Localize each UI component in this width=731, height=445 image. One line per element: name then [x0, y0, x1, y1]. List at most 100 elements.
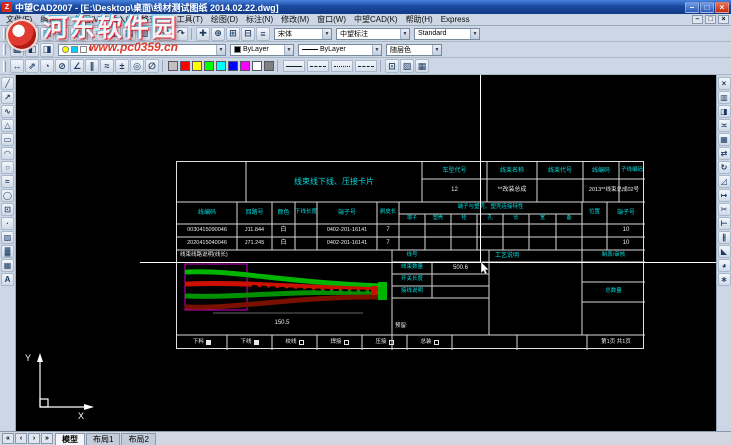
offset-icon[interactable]: ≍ — [718, 119, 731, 132]
block-insert-icon[interactable]: ⊡ — [385, 59, 399, 73]
point-icon[interactable]: ∙ — [1, 217, 14, 230]
preview-icon[interactable]: ◫ — [70, 27, 84, 41]
linetype-dashed-icon[interactable] — [307, 60, 329, 72]
layer-previous-icon[interactable]: ◨ — [40, 43, 54, 57]
nav-prev-button[interactable]: ‹ — [15, 433, 27, 444]
menu-tools[interactable]: 工具(T) — [173, 14, 207, 25]
zoom-window-icon[interactable]: ⊞ — [226, 27, 240, 41]
hatch-tool-icon[interactable]: ▨ — [1, 231, 14, 244]
color-magenta-swatch[interactable] — [240, 61, 250, 71]
break-icon[interactable]: ∦ — [718, 231, 731, 244]
zoom-previous-icon[interactable]: ⊟ — [241, 27, 255, 41]
menu-modify[interactable]: 修改(M) — [277, 14, 313, 25]
nav-last-button[interactable]: » — [41, 433, 53, 444]
move-icon[interactable]: ⇄ — [718, 147, 731, 160]
minimize-button[interactable]: – — [685, 2, 699, 13]
color-blue-swatch[interactable] — [228, 61, 238, 71]
dim-tolerance-icon[interactable]: ± — [115, 59, 129, 73]
stretch-icon[interactable]: ↦ — [718, 189, 731, 202]
table-tool-icon[interactable]: ▦ — [1, 259, 14, 272]
menu-zwcad[interactable]: 中望CAD(K) — [350, 14, 402, 25]
tab-layout2[interactable]: 布局2 — [121, 433, 155, 445]
zoom-realtime-icon[interactable]: ⊕ — [211, 27, 225, 41]
ellipse-icon[interactable]: ◯ — [1, 189, 14, 202]
rotate-icon[interactable]: ↻ — [718, 161, 731, 174]
layer-states-icon[interactable]: ◧ — [25, 43, 39, 57]
array-icon[interactable]: ▦ — [718, 133, 731, 146]
scale-icon[interactable]: ◿ — [718, 175, 731, 188]
mdi-close-button[interactable]: × — [718, 15, 729, 24]
line-icon[interactable]: ╱ — [1, 77, 14, 90]
layer-manager-icon[interactable]: ▩ — [10, 43, 24, 57]
dim-diameter-icon[interactable]: ⊘ — [55, 59, 69, 73]
color-cyan-swatch[interactable] — [216, 61, 226, 71]
color-bylayer-swatch[interactable] — [168, 61, 178, 71]
explode-icon[interactable]: ∗ — [718, 273, 731, 286]
gradient-icon[interactable]: ▓ — [1, 245, 14, 258]
ray-icon[interactable]: ↗ — [1, 91, 14, 104]
open-icon[interactable]: ◰ — [25, 27, 39, 41]
properties-icon[interactable]: ≡ — [256, 27, 270, 41]
tab-model[interactable]: 模型 — [55, 433, 85, 445]
close-button[interactable]: × — [715, 2, 729, 13]
save-icon[interactable]: ▣ — [40, 27, 54, 41]
menu-edit[interactable]: 编辑(E) — [36, 14, 71, 25]
arc-icon[interactable]: ◠ — [1, 147, 14, 160]
dim-parallel-icon[interactable]: ∥ — [85, 59, 99, 73]
toolbar-grip[interactable] — [3, 61, 6, 72]
color-yellow-swatch[interactable] — [192, 61, 202, 71]
menu-insert[interactable]: 插入(I) — [106, 14, 138, 25]
erase-icon[interactable]: × — [718, 77, 731, 90]
menu-draw[interactable]: 绘图(D) — [207, 14, 242, 25]
dim-radius-icon[interactable]: ◔ — [40, 59, 54, 73]
cut-icon[interactable]: ✂ — [92, 27, 106, 41]
drawing-canvas[interactable]: 线束线下线、压接卡片 车型代号 线束名称 线束代号 线编码 子线编码 12 **… — [16, 75, 716, 431]
nav-first-button[interactable]: « — [2, 433, 14, 444]
layer-combo[interactable]: 0 ▼ — [58, 44, 226, 56]
maximize-button[interactable]: □ — [700, 2, 714, 13]
chamfer-icon[interactable]: ◣ — [718, 245, 731, 258]
color-red-swatch[interactable] — [180, 61, 190, 71]
insert-block-icon[interactable]: ⊡ — [1, 203, 14, 216]
nav-next-button[interactable]: › — [28, 433, 40, 444]
mdi-restore-button[interactable]: □ — [705, 15, 716, 24]
hatch-icon[interactable]: ▨ — [400, 59, 414, 73]
paste-icon[interactable]: ▦ — [122, 27, 136, 41]
redo-icon[interactable]: ↷ — [174, 27, 188, 41]
tab-layout1[interactable]: 布局1 — [86, 433, 120, 445]
text-tool-icon[interactable]: A — [1, 273, 14, 286]
spline-icon[interactable]: ≈ — [1, 175, 14, 188]
table-insert-icon[interactable]: ▦ — [415, 59, 429, 73]
fillet-icon[interactable]: ◕ — [718, 259, 731, 272]
color-green-swatch[interactable] — [204, 61, 214, 71]
menu-express[interactable]: Express — [437, 15, 474, 24]
menu-help[interactable]: 帮助(H) — [402, 14, 437, 25]
linetype-dotted-icon[interactable] — [331, 60, 353, 72]
dim-angular-icon[interactable]: ∠ — [70, 59, 84, 73]
color-combo[interactable]: ByLayer ▼ — [230, 44, 294, 56]
new-icon[interactable]: ▢ — [10, 27, 24, 41]
mirror-icon[interactable]: ◨ — [718, 105, 731, 118]
table-style-combo[interactable]: Standard ▼ — [414, 28, 480, 40]
print-icon[interactable]: ▤ — [55, 27, 69, 41]
dim-empty-icon[interactable]: ∅ — [145, 59, 159, 73]
rectangle-icon[interactable]: ▭ — [1, 133, 14, 146]
menu-view[interactable]: 视图(V) — [71, 14, 106, 25]
menu-window[interactable]: 窗口(W) — [313, 14, 350, 25]
plot-style-combo[interactable]: 随层色 ▼ — [386, 44, 442, 56]
menu-dimension[interactable]: 标注(N) — [242, 14, 277, 25]
dim-center-icon[interactable]: ◎ — [130, 59, 144, 73]
menu-format[interactable]: 格式(O) — [137, 14, 173, 25]
copy-object-icon[interactable]: ▥ — [718, 91, 731, 104]
linetype-continuous-icon[interactable] — [283, 60, 305, 72]
toolbar-grip[interactable] — [3, 44, 6, 55]
polygon-icon[interactable]: △ — [1, 119, 14, 132]
toolbar-grip[interactable] — [3, 28, 6, 39]
linetype-combo[interactable]: ByLayer ▼ — [298, 44, 382, 56]
dim-style-combo[interactable]: 中望标注 ▼ — [336, 28, 410, 40]
menu-file[interactable]: 文件(F) — [2, 14, 36, 25]
dim-continue-icon[interactable]: ≈ — [100, 59, 114, 73]
match-properties-icon[interactable]: ▧ — [137, 27, 151, 41]
undo-icon[interactable]: ↶ — [159, 27, 173, 41]
color-white-swatch[interactable] — [252, 61, 262, 71]
